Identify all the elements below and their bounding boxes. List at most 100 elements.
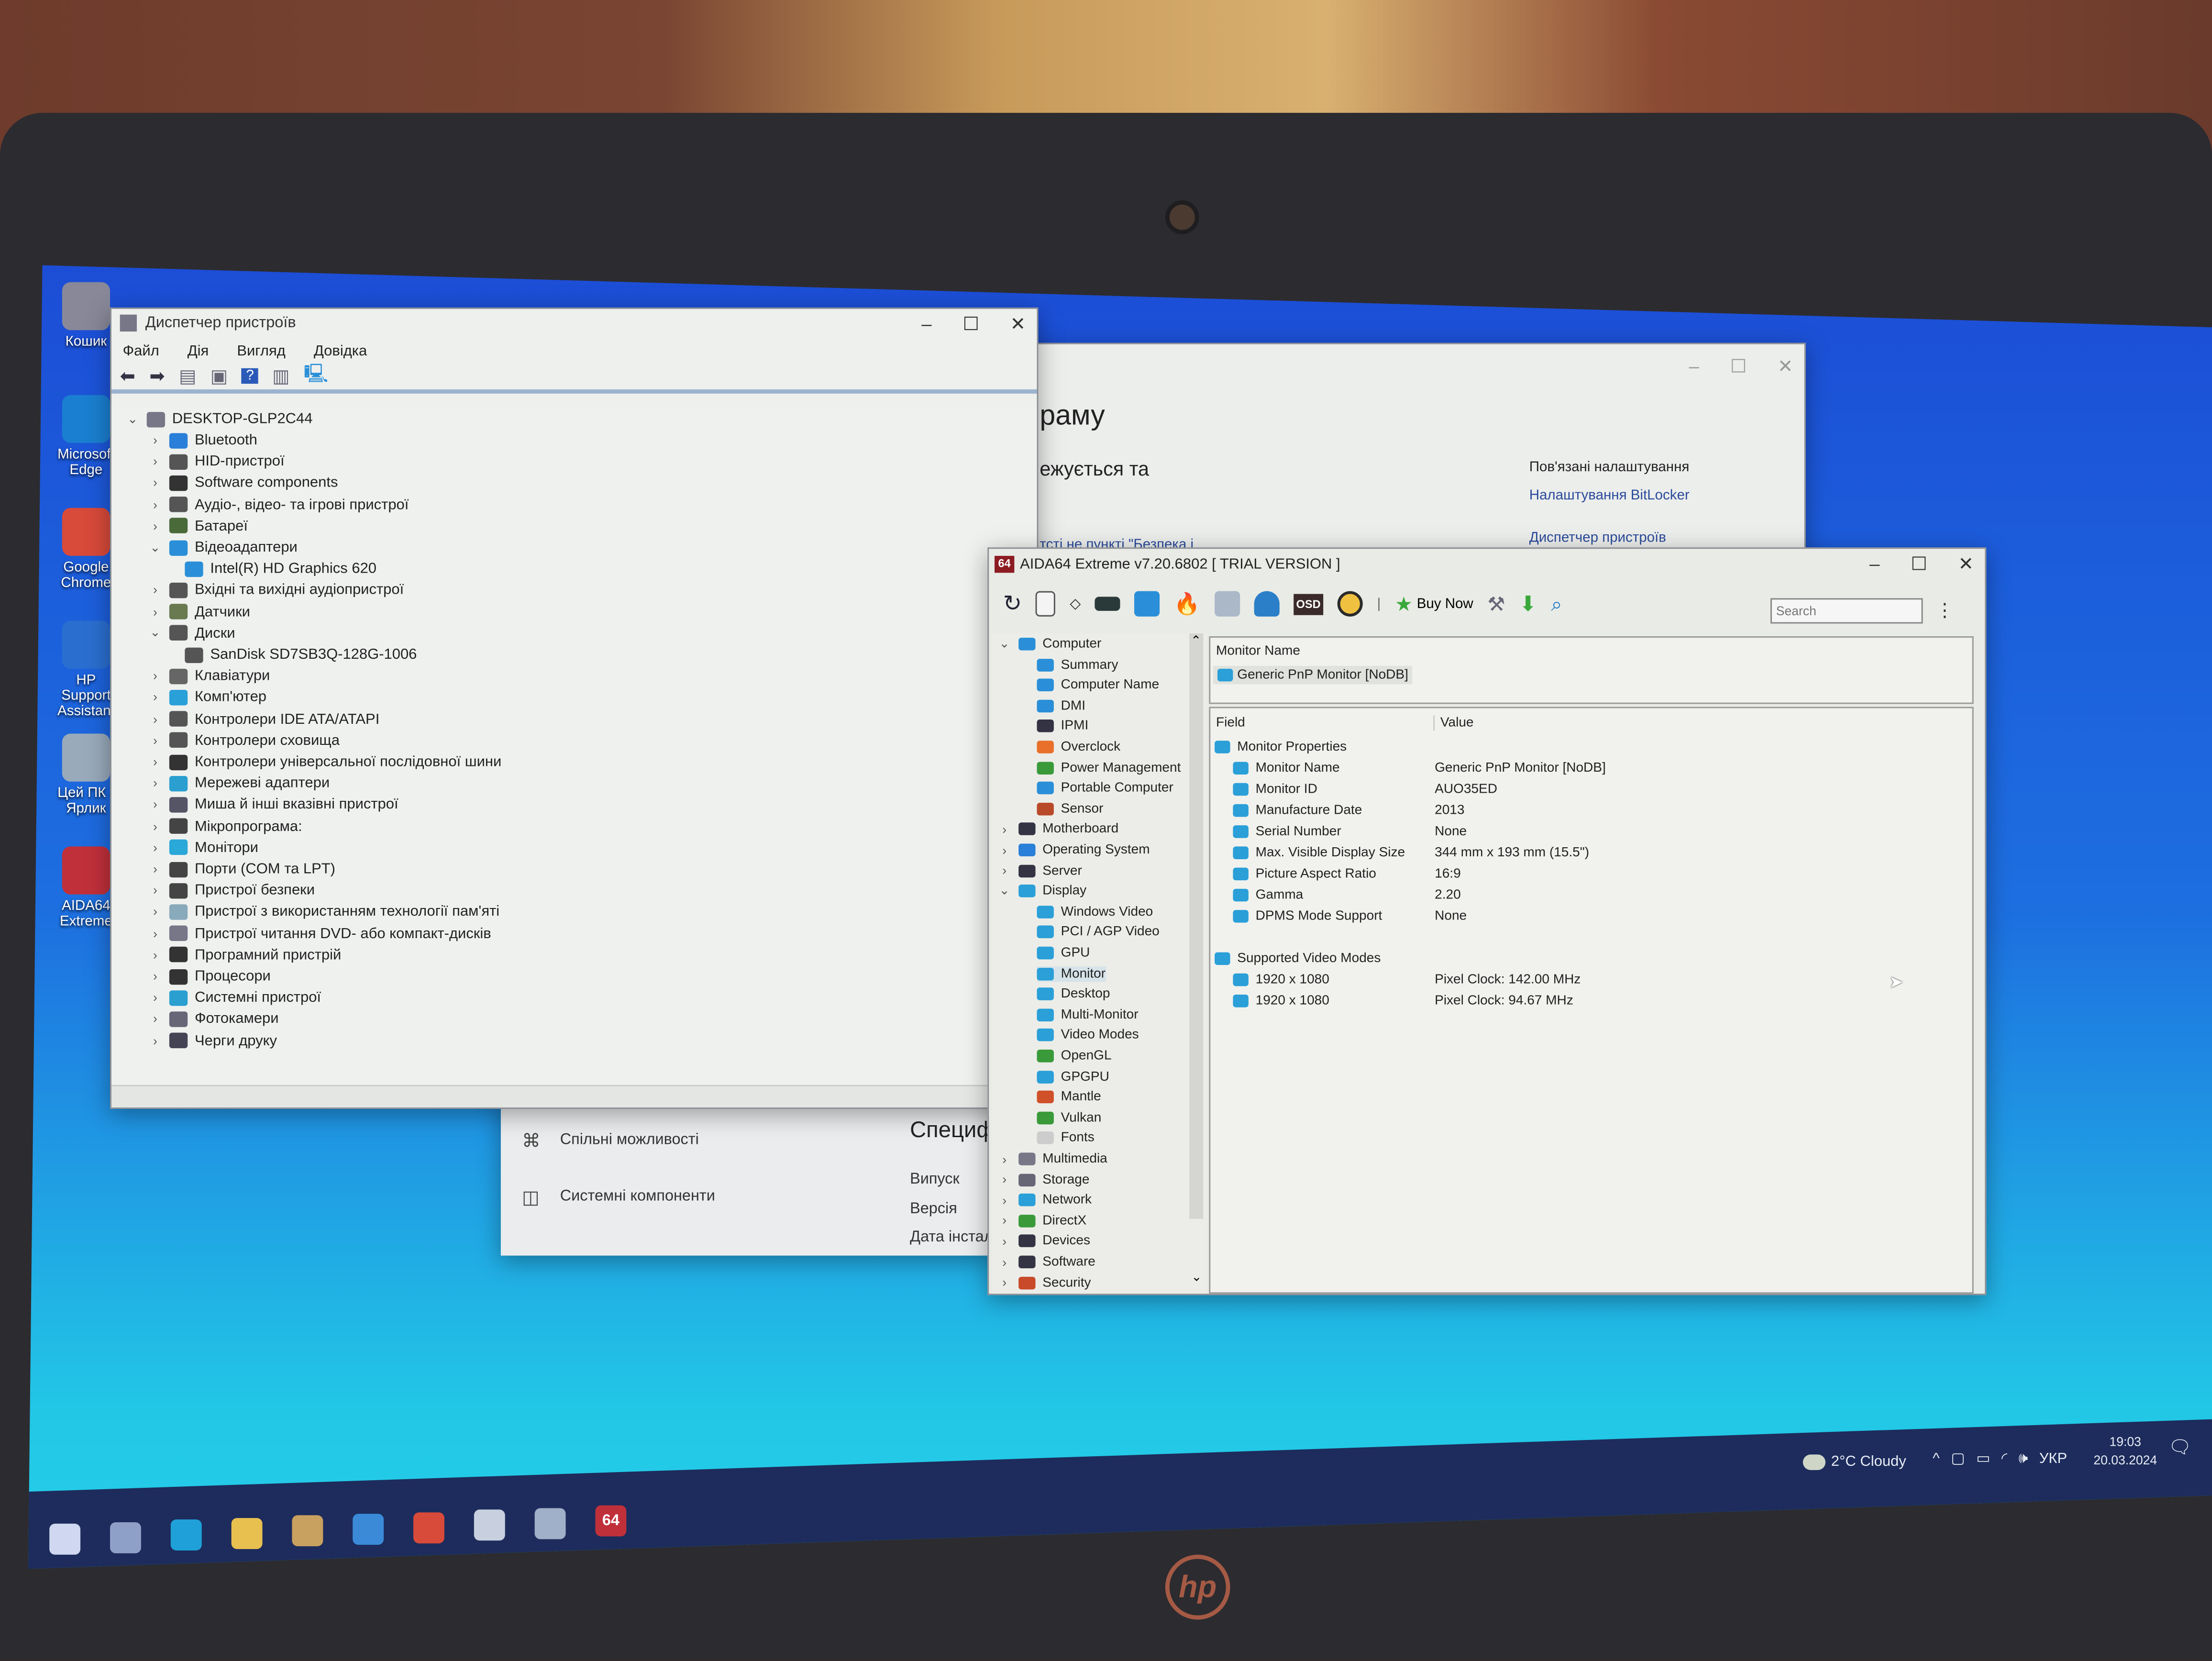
nav-tree-item[interactable]: › Multimedia: [997, 1151, 1107, 1166]
more-options-icon[interactable]: ⋮: [1936, 599, 1954, 622]
nav-tree-item[interactable]: Summary: [1037, 657, 1118, 672]
properties-icon[interactable]: ▣: [210, 365, 228, 387]
chevron-down-icon[interactable]: ⌄: [148, 540, 162, 555]
network-icon[interactable]: [1134, 591, 1160, 617]
nav-tree-item[interactable]: Overclock: [1037, 739, 1120, 755]
scroll-down-icon[interactable]: ⌄: [1191, 1270, 1202, 1285]
tree-category[interactable]: ⌄ Відеоадаптери: [148, 539, 298, 556]
tree-category[interactable]: › Мережеві адаптери: [148, 775, 330, 792]
weather-widget[interactable]: 2°C Cloudy: [1803, 1453, 1906, 1470]
chevron-right-icon[interactable]: ›: [148, 1012, 162, 1026]
tree-category[interactable]: › Процесори: [148, 968, 271, 985]
chevron-right-icon[interactable]: ›: [148, 926, 162, 940]
cpu-icon[interactable]: ◇: [1070, 596, 1081, 611]
device-manager-taskbar-icon[interactable]: [534, 1507, 566, 1539]
nav-tree-item[interactable]: ⌄ Computer: [997, 636, 1102, 652]
tree-category[interactable]: › Software components: [148, 475, 338, 491]
chevron-right-icon[interactable]: ›: [997, 1255, 1011, 1269]
battery-icon[interactable]: ▭: [1976, 1451, 1990, 1469]
search-icon[interactable]: ⌕: [1551, 592, 1562, 616]
chevron-down-icon[interactable]: ⌄: [148, 625, 162, 641]
menu-action[interactable]: Дія: [188, 343, 209, 360]
show-hidden-icons-chevron-icon[interactable]: ^: [1933, 1451, 1940, 1469]
maximize-button[interactable]: ☐: [1911, 553, 1927, 576]
chrome-taskbar-icon[interactable]: [413, 1512, 444, 1543]
menu-view[interactable]: Вигляд: [237, 343, 286, 360]
tree-category[interactable]: › Системні пристрої: [148, 989, 321, 1006]
property-row[interactable]: Serial Number None: [1233, 824, 1467, 840]
chevron-right-icon[interactable]: ›: [997, 1214, 1011, 1228]
property-row[interactable]: 1920 x 1080 Pixel Clock: 142.00 MHz: [1233, 972, 1581, 987]
device-list-item[interactable]: Generic PnP Monitor [NoDB]: [1213, 665, 1413, 685]
scan-hardware-icon[interactable]: 🖳: [304, 360, 328, 391]
osd-icon[interactable]: OSD: [1293, 593, 1324, 615]
task-view-taskbar-icon[interactable]: [110, 1521, 141, 1553]
maximize-button[interactable]: ☐: [1730, 355, 1747, 378]
nav-tree-item[interactable]: › Operating System: [997, 842, 1150, 858]
nav-tree-item[interactable]: Windows Video: [1037, 904, 1153, 919]
tree-category[interactable]: › Датчики: [148, 603, 250, 620]
forward-arrow-icon[interactable]: ➡: [149, 365, 165, 387]
console-tree-icon[interactable]: ▤: [179, 365, 196, 387]
property-row[interactable]: Picture Aspect Ratio 16:9: [1233, 866, 1461, 882]
property-row[interactable]: DPMS Mode Support None: [1233, 908, 1467, 924]
property-row[interactable]: Manufacture Date 2013: [1233, 803, 1464, 818]
chevron-right-icon[interactable]: ›: [148, 454, 162, 468]
file-explorer-taskbar-icon[interactable]: [231, 1517, 263, 1549]
nav-tree-item[interactable]: Vulkan: [1037, 1110, 1101, 1126]
maximize-button[interactable]: ☐: [963, 313, 979, 336]
chevron-down-icon[interactable]: ⌄: [997, 636, 1011, 652]
chevron-right-icon[interactable]: ›: [148, 690, 162, 704]
tree-category[interactable]: › Монітори: [148, 839, 258, 856]
gauge-icon[interactable]: [1338, 591, 1363, 617]
menu-help[interactable]: Довідка: [314, 343, 367, 360]
store-taskbar-icon[interactable]: [292, 1516, 323, 1547]
property-group[interactable]: Monitor Properties: [1215, 739, 1347, 755]
aida64-taskbar-icon[interactable]: 64: [595, 1506, 627, 1537]
nav-tree-item[interactable]: Video Modes: [1037, 1028, 1139, 1043]
nav-tree-item[interactable]: Portable Computer: [1037, 780, 1173, 796]
nav-tree-item[interactable]: › DirectX: [997, 1213, 1086, 1229]
nav-tree-item[interactable]: Multi-Monitor: [1037, 1007, 1139, 1022]
buy-now-button[interactable]: ★ Buy Now: [1395, 592, 1473, 616]
help-icon[interactable]: ?: [242, 368, 258, 384]
nav-tree-item[interactable]: Power Management: [1037, 760, 1181, 775]
chevron-right-icon[interactable]: ›: [148, 841, 162, 854]
chevron-right-icon[interactable]: ›: [148, 669, 162, 683]
nav-shared-features[interactable]: Спільні можливості: [560, 1131, 699, 1148]
volume-icon[interactable]: 🕪: [2019, 1451, 2028, 1469]
chevron-right-icon[interactable]: ›: [148, 583, 162, 597]
tree-category[interactable]: › Контролери універсальної послідовної ши…: [148, 753, 501, 770]
minimize-button[interactable]: –: [1689, 355, 1699, 378]
tree-device-item[interactable]: Intel(R) HD Graphics 620: [185, 560, 376, 577]
nav-tree-item[interactable]: › Network: [997, 1192, 1092, 1207]
chevron-right-icon[interactable]: ›: [148, 797, 162, 811]
tree-category[interactable]: › Порти (COM та LPT): [148, 861, 335, 877]
tree-device-item[interactable]: SanDisk SD7SB3Q-128G-1006: [185, 646, 417, 663]
minimize-button[interactable]: –: [1869, 553, 1880, 576]
nav-tree-item[interactable]: OpenGL: [1037, 1048, 1112, 1064]
chevron-right-icon[interactable]: ›: [997, 843, 1011, 857]
tree-category[interactable]: ⌄ Диски: [148, 625, 235, 642]
property-row[interactable]: 1920 x 1080 Pixel Clock: 94.67 MHz: [1233, 993, 1573, 1009]
bitlocker-link[interactable]: Налаштування BitLocker: [1529, 488, 1690, 503]
chevron-right-icon[interactable]: ›: [148, 948, 162, 962]
chevron-right-icon[interactable]: ›: [997, 864, 1011, 877]
property-row[interactable]: Gamma 2.20: [1233, 887, 1461, 903]
start-taskbar-icon[interactable]: [49, 1523, 81, 1555]
chevron-right-icon[interactable]: ›: [997, 1234, 1011, 1248]
wifi-icon[interactable]: ◜: [2002, 1451, 2007, 1469]
clock[interactable]: 19:03 20.03.2024: [2093, 1433, 2157, 1470]
device-manager-link[interactable]: Диспетчер пристроїв: [1529, 531, 1666, 546]
user-icon[interactable]: [1254, 591, 1280, 617]
nav-tree-item[interactable]: › Storage: [997, 1172, 1089, 1187]
scroll-up-icon[interactable]: ⌃: [1191, 633, 1201, 649]
nav-tree-item[interactable]: PCI / AGP Video: [1037, 925, 1160, 940]
tree-category[interactable]: › Пристрої читання DVD- або компакт-дискі…: [148, 925, 491, 941]
nav-tree-item[interactable]: IPMI: [1037, 719, 1088, 734]
search-input[interactable]: Search: [1770, 598, 1923, 624]
chevron-right-icon[interactable]: ›: [148, 755, 162, 769]
tree-category[interactable]: › Аудіо-, відео- та ігрові пристрої: [148, 496, 409, 513]
view-icon[interactable]: ▥: [272, 365, 289, 387]
tree-category[interactable]: › Мікропрограма:: [148, 818, 302, 834]
